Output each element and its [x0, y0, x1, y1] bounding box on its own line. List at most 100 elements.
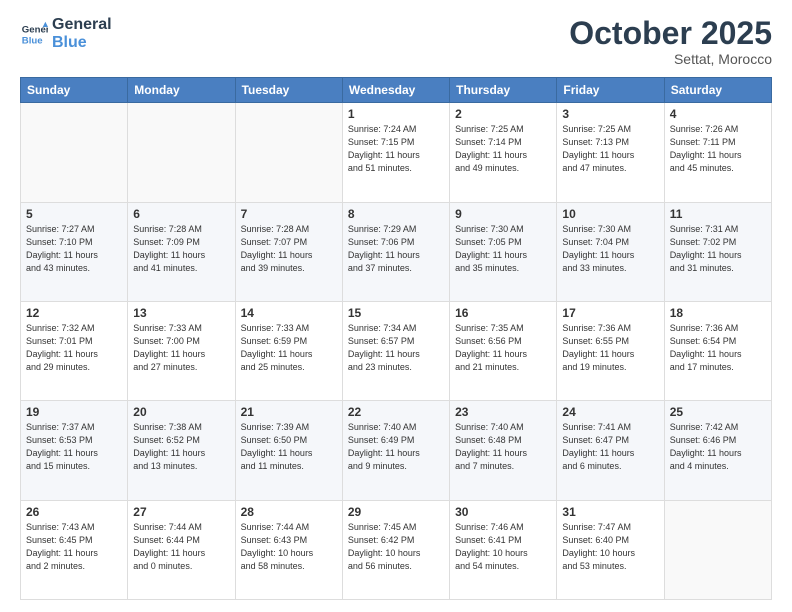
cell-details: Sunrise: 7:38 AMSunset: 6:52 PMDaylight:… [133, 421, 229, 473]
day-number: 1 [348, 107, 444, 121]
location-subtitle: Settat, Morocco [569, 51, 772, 67]
cell-details: Sunrise: 7:46 AMSunset: 6:41 PMDaylight:… [455, 521, 551, 573]
calendar-cell: 17 Sunrise: 7:36 AMSunset: 6:55 PMDayligh… [557, 301, 664, 400]
calendar-cell: 11 Sunrise: 7:31 AMSunset: 7:02 PMDayligh… [664, 202, 771, 301]
week-row-5: 26 Sunrise: 7:43 AMSunset: 6:45 PMDayligh… [21, 500, 772, 599]
day-number: 8 [348, 207, 444, 221]
calendar-cell: 24 Sunrise: 7:41 AMSunset: 6:47 PMDayligh… [557, 401, 664, 500]
week-row-3: 12 Sunrise: 7:32 AMSunset: 7:01 PMDayligh… [21, 301, 772, 400]
cell-details: Sunrise: 7:33 AMSunset: 7:00 PMDaylight:… [133, 322, 229, 374]
cell-details: Sunrise: 7:24 AMSunset: 7:15 PMDaylight:… [348, 123, 444, 175]
cell-details: Sunrise: 7:32 AMSunset: 7:01 PMDaylight:… [26, 322, 122, 374]
day-number: 2 [455, 107, 551, 121]
calendar-cell: 1 Sunrise: 7:24 AMSunset: 7:15 PMDaylight… [342, 103, 449, 202]
week-row-2: 5 Sunrise: 7:27 AMSunset: 7:10 PMDaylight… [21, 202, 772, 301]
day-number: 7 [241, 207, 337, 221]
cell-details: Sunrise: 7:34 AMSunset: 6:57 PMDaylight:… [348, 322, 444, 374]
calendar-cell [664, 500, 771, 599]
svg-text:Blue: Blue [22, 36, 43, 47]
calendar-cell: 16 Sunrise: 7:35 AMSunset: 6:56 PMDayligh… [450, 301, 557, 400]
calendar-cell: 28Sunrise: 7:44 AMSunset: 6:43 PMDayligh… [235, 500, 342, 599]
day-number: 25 [670, 405, 766, 419]
col-header-thursday: Thursday [450, 78, 557, 103]
calendar-cell: 2 Sunrise: 7:25 AMSunset: 7:14 PMDaylight… [450, 103, 557, 202]
day-number: 5 [26, 207, 122, 221]
week-row-4: 19Sunrise: 7:37 AMSunset: 6:53 PMDayligh… [21, 401, 772, 500]
logo: General Blue General Blue [20, 16, 112, 53]
calendar-cell [128, 103, 235, 202]
day-number: 6 [133, 207, 229, 221]
day-number: 24 [562, 405, 658, 419]
calendar-cell: 21Sunrise: 7:39 AMSunset: 6:50 PMDayligh… [235, 401, 342, 500]
calendar-cell: 4 Sunrise: 7:26 AMSunset: 7:11 PMDaylight… [664, 103, 771, 202]
day-number: 11 [670, 207, 766, 221]
cell-details: Sunrise: 7:36 AMSunset: 6:55 PMDaylight:… [562, 322, 658, 374]
cell-details: Sunrise: 7:31 AMSunset: 7:02 PMDaylight:… [670, 223, 766, 275]
cell-details: Sunrise: 7:42 AMSunset: 6:46 PMDaylight:… [670, 421, 766, 473]
calendar-cell: 6 Sunrise: 7:28 AMSunset: 7:09 PMDaylight… [128, 202, 235, 301]
col-header-friday: Friday [557, 78, 664, 103]
cell-details: Sunrise: 7:25 AMSunset: 7:14 PMDaylight:… [455, 123, 551, 175]
calendar-cell: 29Sunrise: 7:45 AMSunset: 6:42 PMDayligh… [342, 500, 449, 599]
month-title: October 2025 [569, 16, 772, 51]
day-number: 12 [26, 306, 122, 320]
col-header-wednesday: Wednesday [342, 78, 449, 103]
day-number: 26 [26, 505, 122, 519]
day-number: 23 [455, 405, 551, 419]
cell-details: Sunrise: 7:25 AMSunset: 7:13 PMDaylight:… [562, 123, 658, 175]
cell-details: Sunrise: 7:26 AMSunset: 7:11 PMDaylight:… [670, 123, 766, 175]
calendar-cell: 30 Sunrise: 7:46 AMSunset: 6:41 PMDayligh… [450, 500, 557, 599]
calendar-cell: 31Sunrise: 7:47 AMSunset: 6:40 PMDayligh… [557, 500, 664, 599]
col-header-tuesday: Tuesday [235, 78, 342, 103]
calendar-cell: 22Sunrise: 7:40 AMSunset: 6:49 PMDayligh… [342, 401, 449, 500]
logo-general: General [52, 16, 112, 34]
title-block: October 2025 Settat, Morocco [569, 16, 772, 67]
day-number: 29 [348, 505, 444, 519]
calendar-table: SundayMondayTuesdayWednesdayThursdayFrid… [20, 77, 772, 600]
cell-details: Sunrise: 7:28 AMSunset: 7:09 PMDaylight:… [133, 223, 229, 275]
calendar-cell: 5 Sunrise: 7:27 AMSunset: 7:10 PMDaylight… [21, 202, 128, 301]
day-number: 3 [562, 107, 658, 121]
col-header-sunday: Sunday [21, 78, 128, 103]
cell-details: Sunrise: 7:36 AMSunset: 6:54 PMDaylight:… [670, 322, 766, 374]
calendar-cell [21, 103, 128, 202]
cell-details: Sunrise: 7:35 AMSunset: 6:56 PMDaylight:… [455, 322, 551, 374]
col-header-monday: Monday [128, 78, 235, 103]
calendar-cell: 27Sunrise: 7:44 AMSunset: 6:44 PMDayligh… [128, 500, 235, 599]
day-number: 31 [562, 505, 658, 519]
day-number: 4 [670, 107, 766, 121]
day-number: 18 [670, 306, 766, 320]
day-number: 28 [241, 505, 337, 519]
cell-details: Sunrise: 7:39 AMSunset: 6:50 PMDaylight:… [241, 421, 337, 473]
cell-details: Sunrise: 7:28 AMSunset: 7:07 PMDaylight:… [241, 223, 337, 275]
day-number: 13 [133, 306, 229, 320]
calendar-cell [235, 103, 342, 202]
logo-icon: General Blue [20, 20, 48, 48]
calendar-cell: 10Sunrise: 7:30 AMSunset: 7:04 PMDayligh… [557, 202, 664, 301]
calendar-cell: 8Sunrise: 7:29 AMSunset: 7:06 PMDaylight… [342, 202, 449, 301]
week-row-1: 1 Sunrise: 7:24 AMSunset: 7:15 PMDaylight… [21, 103, 772, 202]
cell-details: Sunrise: 7:40 AMSunset: 6:49 PMDaylight:… [348, 421, 444, 473]
cell-details: Sunrise: 7:37 AMSunset: 6:53 PMDaylight:… [26, 421, 122, 473]
calendar-cell: 12 Sunrise: 7:32 AMSunset: 7:01 PMDayligh… [21, 301, 128, 400]
day-number: 10 [562, 207, 658, 221]
calendar-cell: 7 Sunrise: 7:28 AMSunset: 7:07 PMDaylight… [235, 202, 342, 301]
calendar-cell: 15 Sunrise: 7:34 AMSunset: 6:57 PMDayligh… [342, 301, 449, 400]
cell-details: Sunrise: 7:41 AMSunset: 6:47 PMDaylight:… [562, 421, 658, 473]
cell-details: Sunrise: 7:27 AMSunset: 7:10 PMDaylight:… [26, 223, 122, 275]
calendar-cell: 23 Sunrise: 7:40 AMSunset: 6:48 PMDayligh… [450, 401, 557, 500]
header-row: SundayMondayTuesdayWednesdayThursdayFrid… [21, 78, 772, 103]
calendar-cell: 3 Sunrise: 7:25 AMSunset: 7:13 PMDaylight… [557, 103, 664, 202]
day-number: 15 [348, 306, 444, 320]
day-number: 16 [455, 306, 551, 320]
day-number: 30 [455, 505, 551, 519]
day-number: 14 [241, 306, 337, 320]
day-number: 27 [133, 505, 229, 519]
day-number: 20 [133, 405, 229, 419]
cell-details: Sunrise: 7:43 AMSunset: 6:45 PMDaylight:… [26, 521, 122, 573]
cell-details: Sunrise: 7:40 AMSunset: 6:48 PMDaylight:… [455, 421, 551, 473]
calendar-cell: 20 Sunrise: 7:38 AMSunset: 6:52 PMDayligh… [128, 401, 235, 500]
calendar-cell: 19Sunrise: 7:37 AMSunset: 6:53 PMDayligh… [21, 401, 128, 500]
day-number: 17 [562, 306, 658, 320]
logo-blue: Blue [52, 34, 112, 52]
